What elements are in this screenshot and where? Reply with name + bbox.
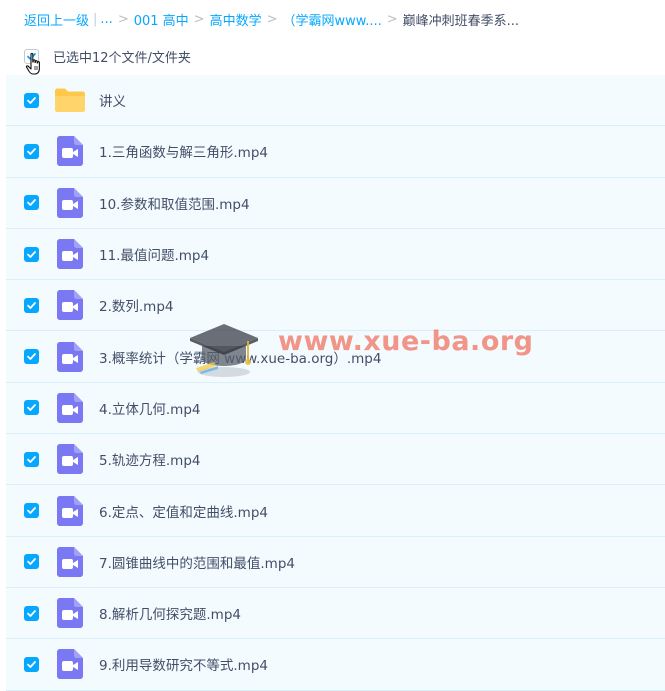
file-name[interactable]: 3.概率统计（学霸网 www.xue-ba.org）.mp4 xyxy=(99,347,381,367)
file-list: 讲义 1.三角函数与解三角形.mp4 10.参数和取值范围.mp4 11.最值问题.m… xyxy=(6,75,665,691)
file-name[interactable]: 4.立体几何.mp4 xyxy=(99,398,200,418)
video-file-icon xyxy=(54,648,86,680)
breadcrumb-ellipsis[interactable]: ... xyxy=(100,12,112,27)
file-row[interactable]: 5.轨迹方程.mp4 xyxy=(6,434,665,486)
file-name[interactable]: 9.利用导数研究不等式.mp4 xyxy=(99,654,268,674)
check-icon xyxy=(27,558,36,566)
row-checkbox[interactable] xyxy=(24,246,39,262)
breadcrumb: 返回上一级 | ... > 001 高中 > 高中数学 > （学霸网www...… xyxy=(0,0,665,38)
file-row[interactable]: 4.立体几何.mp4 xyxy=(6,382,665,435)
video-file-icon xyxy=(54,495,86,527)
select-all-checkbox[interactable] xyxy=(24,49,39,64)
video-file-icon xyxy=(54,135,86,167)
video-file-icon xyxy=(54,597,86,629)
video-file-icon xyxy=(54,392,86,424)
file-name[interactable]: 2.数列.mp4 xyxy=(99,295,173,315)
check-icon xyxy=(27,455,36,463)
breadcrumb-item-math[interactable]: 高中数学 xyxy=(210,10,262,29)
selection-count-label: 已选中12个文件/文件夹 xyxy=(53,51,191,66)
breadcrumb-separator: > xyxy=(117,11,129,27)
breadcrumb-current: 巅峰冲刺班春季系... xyxy=(402,13,520,29)
file-name[interactable]: 10.参数和取值范围.mp4 xyxy=(99,193,250,213)
video-file-icon xyxy=(54,546,86,578)
file-name[interactable]: 6.定点、定值和定曲线.mp4 xyxy=(99,501,268,521)
check-icon xyxy=(27,609,36,617)
breadcrumb-separator: > xyxy=(266,11,278,27)
check-icon xyxy=(27,96,36,104)
video-file-icon xyxy=(54,187,86,219)
row-checkbox[interactable] xyxy=(24,605,39,621)
check-icon xyxy=(27,353,36,361)
file-name[interactable]: 7.圆锥曲线中的范围和最值.mp4 xyxy=(99,552,295,572)
row-checkbox[interactable] xyxy=(24,503,39,519)
check-icon xyxy=(27,199,36,207)
file-row[interactable]: 7.圆锥曲线中的范围和最值.mp4 xyxy=(6,536,665,588)
check-icon xyxy=(27,250,36,258)
row-checkbox[interactable] xyxy=(24,297,39,313)
selection-bar: 已选中12个文件/文件夹 xyxy=(0,38,665,75)
video-file-icon xyxy=(54,341,86,373)
row-checkbox[interactable] xyxy=(24,554,39,570)
breadcrumb-bar: | xyxy=(93,11,98,27)
breadcrumb-separator: > xyxy=(386,11,398,27)
file-name[interactable]: 11.最值问题.mp4 xyxy=(99,244,209,264)
row-checkbox[interactable] xyxy=(24,143,39,159)
row-checkbox[interactable] xyxy=(24,195,39,211)
file-row[interactable]: 1.三角函数与解三角形.mp4 xyxy=(6,126,665,178)
video-file-icon xyxy=(54,443,86,475)
file-row[interactable]: 3.概率统计（学霸网 www.xue-ba.org）.mp4 xyxy=(6,331,665,383)
file-row[interactable]: 11.最值问题.mp4 xyxy=(6,228,665,281)
row-checkbox[interactable] xyxy=(24,92,39,108)
check-icon xyxy=(27,404,36,412)
file-row[interactable]: 10.参数和取值范围.mp4 xyxy=(6,177,665,229)
file-row[interactable]: 讲义 xyxy=(6,75,665,127)
file-row[interactable]: 6.定点、定值和定曲线.mp4 xyxy=(6,485,665,537)
video-file-icon xyxy=(54,238,86,270)
breadcrumb-separator: > xyxy=(193,11,205,27)
file-name[interactable]: 1.三角函数与解三角形.mp4 xyxy=(99,141,268,161)
breadcrumb-item-xueba[interactable]: （学霸网www.... xyxy=(283,10,382,29)
file-row[interactable]: 8.解析几何探究题.mp4 xyxy=(6,587,665,640)
video-file-icon xyxy=(54,289,86,321)
check-icon xyxy=(27,661,36,668)
folder-icon xyxy=(54,84,86,116)
row-checkbox[interactable] xyxy=(24,451,39,467)
check-icon xyxy=(27,301,36,309)
row-checkbox[interactable] xyxy=(24,656,39,672)
check-icon xyxy=(27,507,36,514)
file-name[interactable]: 5.轨迹方程.mp4 xyxy=(99,449,200,469)
breadcrumb-item-gaozhong[interactable]: 001 高中 xyxy=(134,10,189,29)
file-row[interactable]: 2.数列.mp4 xyxy=(6,280,665,332)
row-checkbox[interactable] xyxy=(24,349,39,365)
row-checkbox[interactable] xyxy=(24,400,39,416)
file-name[interactable]: 8.解析几何探究题.mp4 xyxy=(99,603,241,623)
file-row[interactable]: 9.利用导数研究不等式.mp4 xyxy=(6,639,665,691)
back-link[interactable]: 返回上一级 xyxy=(24,10,89,29)
check-icon xyxy=(27,53,36,60)
file-name[interactable]: 讲义 xyxy=(99,90,126,110)
check-icon xyxy=(27,148,36,155)
